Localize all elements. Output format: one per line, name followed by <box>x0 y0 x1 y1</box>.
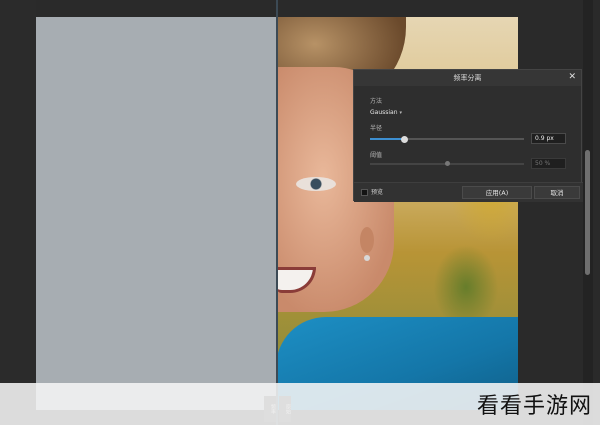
close-icon[interactable]: ✕ <box>568 70 576 85</box>
photo-earring <box>364 255 370 261</box>
cancel-button[interactable]: 取消 <box>534 186 580 199</box>
threshold-slider-knob[interactable] <box>445 161 450 166</box>
threshold-value-field[interactable]: 50 % <box>531 158 566 169</box>
split-view-divider[interactable] <box>276 0 278 425</box>
radius-slider-fill <box>370 138 404 140</box>
photo-eye <box>296 177 336 191</box>
high-frequency-layer-view <box>36 17 276 410</box>
method-select[interactable]: Gaussian ▾ <box>370 108 402 118</box>
chevron-down-icon: ▾ <box>399 110 402 116</box>
scrollbar-thumb[interactable] <box>585 150 590 275</box>
watermark-text: 看看手游网 <box>476 394 592 419</box>
threshold-label: 阈值 <box>370 152 383 159</box>
left-gutter <box>0 0 36 425</box>
method-value: Gaussian <box>370 109 398 116</box>
radius-label: 半径 <box>370 125 383 132</box>
preview-label: 预览 <box>371 189 384 196</box>
photo-ear <box>360 227 374 253</box>
dialog-titlebar[interactable]: 频率分离 ✕ <box>354 70 581 86</box>
app-window: 频率 原始 频率分离 ✕ 方法 Gaussian ▾ 半径 0.9 px 阈值 … <box>0 0 600 425</box>
frequency-separation-dialog: 频率分离 ✕ 方法 Gaussian ▾ 半径 0.9 px 阈值 50 % 预… <box>353 69 583 202</box>
radius-value-field[interactable]: 0.9 px <box>531 133 566 144</box>
method-label: 方法 <box>370 98 383 105</box>
preview-checkbox[interactable] <box>361 189 368 196</box>
dialog-footer: 预览 应用(A) 取消 <box>354 182 583 202</box>
radius-slider-knob[interactable] <box>400 136 408 143</box>
dialog-title: 频率分离 <box>453 74 482 82</box>
apply-button[interactable]: 应用(A) <box>462 186 532 199</box>
